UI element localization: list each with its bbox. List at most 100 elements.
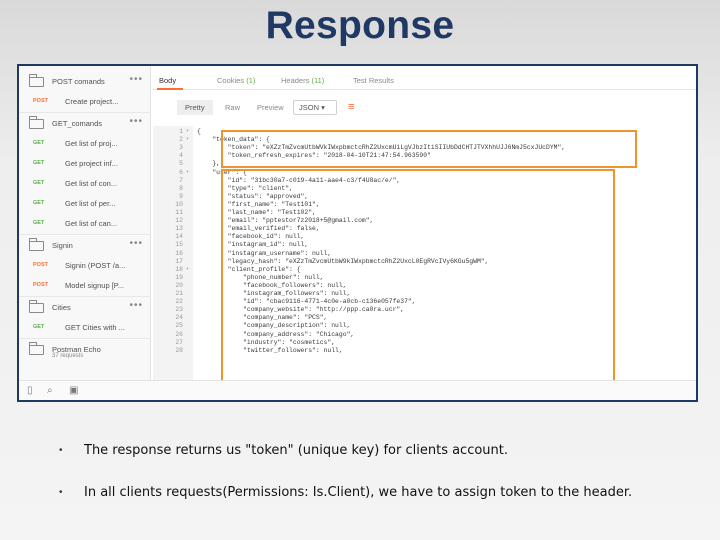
line-number: 19 bbox=[175, 273, 183, 281]
request-label: Model signup [P... bbox=[65, 281, 125, 290]
line-number: 16 bbox=[175, 249, 183, 257]
sidebar-request[interactable]: POST Signin (POST /a... bbox=[19, 256, 151, 276]
preview-button[interactable]: Preview bbox=[249, 100, 292, 115]
user-highlight-box bbox=[221, 169, 615, 385]
sidebar-toggle-icon[interactable]: ▯ bbox=[27, 385, 33, 396]
line-number: 1 bbox=[179, 128, 183, 135]
request-label: Get list of can... bbox=[65, 219, 118, 228]
tab-label: Headers bbox=[281, 76, 310, 85]
sidebar: POST comands ••• POST Create project... … bbox=[19, 66, 151, 400]
console-icon[interactable]: ▣ bbox=[69, 385, 78, 396]
divider bbox=[19, 112, 151, 113]
request-method: GET bbox=[33, 140, 45, 146]
sidebar-collection[interactable]: Postman Echo 37 requests bbox=[19, 340, 151, 364]
fold-toggle-icon[interactable]: ▾ bbox=[186, 136, 189, 142]
sidebar-folder-get-comands[interactable]: GET_comands ••• bbox=[19, 114, 151, 134]
sidebar-request[interactable]: GET GET Cities with ... bbox=[19, 318, 151, 338]
code-text: { bbox=[197, 128, 201, 135]
chevron-down-icon: ▾ bbox=[321, 103, 325, 112]
sidebar-request[interactable]: GET Get project inf... bbox=[19, 154, 151, 174]
folder-label: Cities bbox=[52, 303, 71, 312]
folder-icon bbox=[29, 116, 44, 129]
more-options-icon[interactable]: ••• bbox=[129, 300, 143, 311]
sidebar-request[interactable]: POST Model signup [P... bbox=[19, 276, 151, 296]
wrap-lines-icon[interactable]: ≡ bbox=[348, 101, 354, 113]
folder-label: POST comands bbox=[52, 77, 105, 86]
sidebar-request[interactable]: GET Get list of con... bbox=[19, 174, 151, 194]
line-number: 28 bbox=[175, 346, 183, 354]
active-tab-indicator bbox=[157, 88, 183, 90]
sidebar-request[interactable]: GET Get list of can... bbox=[19, 214, 151, 234]
postman-screenshot: POST comands ••• POST Create project... … bbox=[17, 64, 698, 402]
headers-count: (11) bbox=[311, 76, 325, 85]
folder-icon bbox=[29, 74, 44, 87]
request-method: GET bbox=[33, 220, 45, 226]
fold-toggle-icon[interactable]: ▾ bbox=[186, 169, 189, 175]
slide-title: Response bbox=[265, 4, 455, 47]
status-bar: ▯ ⌕ ▣ bbox=[19, 380, 696, 400]
line-number: 15 bbox=[175, 241, 183, 249]
sidebar-request[interactable]: GET Get list of proj... bbox=[19, 134, 151, 154]
divider bbox=[19, 234, 151, 235]
format-select[interactable]: JSON ▾ bbox=[293, 100, 337, 115]
line-number: 7 bbox=[179, 176, 183, 184]
line-number: 14 bbox=[175, 233, 183, 241]
request-label: GET Cities with ... bbox=[65, 323, 125, 332]
sidebar-folder-post-comands[interactable]: POST comands ••• bbox=[19, 72, 151, 92]
line-number: 17 bbox=[175, 257, 183, 265]
request-method: POST bbox=[33, 282, 48, 288]
line-number: 10 bbox=[175, 200, 183, 208]
line-number: 8 bbox=[179, 184, 183, 192]
bullet-text: In all clients requests(Permissions: Is.… bbox=[84, 485, 633, 500]
request-method: POST bbox=[33, 98, 48, 104]
line-number: 24 bbox=[175, 314, 183, 322]
more-options-icon[interactable]: ••• bbox=[129, 116, 143, 127]
collection-count: 37 requests bbox=[52, 353, 84, 359]
line-number: 5 bbox=[179, 160, 183, 168]
line-number: 22 bbox=[175, 298, 183, 306]
sidebar-request[interactable]: POST Create project... bbox=[19, 92, 151, 112]
folder-icon bbox=[29, 300, 44, 313]
sidebar-folder-signin[interactable]: Signin ••• bbox=[19, 236, 151, 256]
line-number: 4 bbox=[179, 152, 183, 160]
request-method: GET bbox=[33, 200, 45, 206]
token-highlight-box bbox=[221, 130, 637, 168]
tab-test-results[interactable]: Test Results bbox=[353, 76, 394, 85]
more-options-icon[interactable]: ••• bbox=[129, 74, 143, 85]
format-value: JSON bbox=[299, 103, 320, 112]
search-icon[interactable]: ⌕ bbox=[47, 385, 53, 396]
folder-icon bbox=[29, 238, 44, 251]
bullet-marker: • bbox=[59, 445, 63, 456]
line-number: 2 bbox=[179, 136, 183, 144]
request-label: Signin (POST /a... bbox=[65, 261, 126, 270]
request-label: Get list of per... bbox=[65, 199, 116, 208]
code-text: }, bbox=[197, 160, 221, 168]
folder-label: GET_comands bbox=[52, 119, 103, 128]
response-tabs: Body Cookies (1) Headers (11) Test Resul… bbox=[153, 72, 696, 90]
request-method: POST bbox=[33, 262, 48, 268]
more-options-icon[interactable]: ••• bbox=[129, 238, 143, 249]
request-label: Get list of con... bbox=[65, 179, 118, 188]
sidebar-request[interactable]: GET Get list of per... bbox=[19, 194, 151, 214]
bullet-marker: • bbox=[59, 487, 63, 498]
request-label: Create project... bbox=[65, 97, 119, 106]
pretty-button[interactable]: Pretty bbox=[177, 100, 213, 115]
fold-toggle-icon[interactable]: ▾ bbox=[186, 266, 189, 272]
tab-headers[interactable]: Headers (11) bbox=[281, 76, 324, 85]
line-number: 20 bbox=[175, 281, 183, 289]
cookies-count: (1) bbox=[246, 76, 256, 85]
tab-cookies[interactable]: Cookies (1) bbox=[217, 76, 255, 85]
sidebar-folder-cities[interactable]: Cities ••• bbox=[19, 298, 151, 318]
response-toolbar: Pretty Raw Preview JSON ▾ ≡ bbox=[153, 96, 696, 118]
fold-toggle-icon[interactable]: ▾ bbox=[186, 128, 189, 134]
request-label: Get list of proj... bbox=[65, 139, 118, 148]
request-method: GET bbox=[33, 160, 45, 166]
folder-label: Signin bbox=[52, 241, 73, 250]
line-number: 11 bbox=[175, 209, 183, 216]
raw-button[interactable]: Raw bbox=[217, 100, 248, 115]
line-number: 26 bbox=[175, 330, 183, 338]
line-number: 13 bbox=[175, 225, 183, 233]
line-number: 6 bbox=[179, 168, 183, 176]
tab-body[interactable]: Body bbox=[159, 76, 176, 85]
folder-icon bbox=[29, 342, 44, 355]
